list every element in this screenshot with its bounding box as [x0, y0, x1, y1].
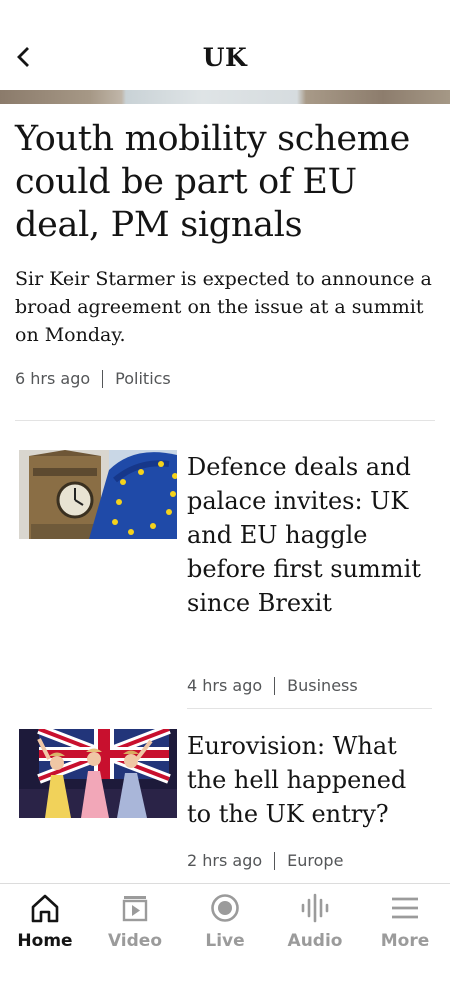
video-icon: [118, 891, 152, 925]
nav-label: Home: [17, 931, 73, 951]
nav-more[interactable]: More: [360, 884, 450, 1000]
section-link[interactable]: Europe: [287, 851, 343, 870]
story-thumbnail: [19, 729, 177, 818]
nav-live[interactable]: Live: [180, 884, 270, 1000]
story-headline[interactable]: Defence deals and palace invites: UK and…: [187, 450, 437, 620]
meta-separator: [274, 851, 276, 870]
nav-label: Audio: [287, 931, 343, 951]
meta-separator: [274, 676, 276, 695]
live-icon: [208, 891, 242, 925]
lead-summary: Sir Keir Starmer is expected to announce…: [15, 268, 432, 346]
nav-label: Live: [205, 931, 245, 951]
story-headline[interactable]: Eurovision: What the hell happened to th…: [187, 729, 437, 831]
meta-separator: [102, 369, 104, 388]
story-card[interactable]: Defence deals and palace invites: UK and…: [0, 450, 450, 708]
section-link[interactable]: Business: [287, 676, 358, 695]
story-card[interactable]: Eurovision: What the hell happened to th…: [0, 729, 450, 879]
divider: [187, 708, 432, 709]
story-meta: 4 hrs ago Business: [187, 676, 358, 695]
page-title: UK: [202, 43, 248, 72]
timestamp: 6 hrs ago: [15, 369, 91, 388]
home-icon: [28, 891, 62, 925]
bottom-navigation: Home Video Live Audio More: [0, 883, 450, 1000]
audio-icon: [298, 891, 332, 925]
lead-meta: 6 hrs ago Politics: [15, 369, 435, 388]
top-app-bar: UK: [0, 0, 450, 90]
lead-image[interactable]: [0, 90, 450, 104]
timestamp: 2 hrs ago: [187, 851, 263, 870]
big-ben-eu-flag-image: [19, 450, 177, 539]
nav-video[interactable]: Video: [90, 884, 180, 1000]
nav-audio[interactable]: Audio: [270, 884, 360, 1000]
lead-story[interactable]: Youth mobility scheme could be part of E…: [15, 118, 435, 388]
story-meta: 2 hrs ago Europe: [187, 851, 343, 870]
divider: [15, 420, 435, 421]
story-thumbnail: [19, 450, 177, 539]
nav-home[interactable]: Home: [0, 884, 90, 1000]
eurovision-stage-image: [19, 729, 177, 818]
page: UK Youth mobility scheme could be part o…: [0, 0, 450, 1000]
menu-icon: [388, 891, 422, 925]
timestamp: 4 hrs ago: [187, 676, 263, 695]
lead-headline[interactable]: Youth mobility scheme could be part of E…: [15, 118, 435, 247]
section-link[interactable]: Politics: [115, 369, 171, 388]
nav-label: Video: [107, 931, 163, 951]
nav-label: More: [380, 931, 430, 951]
